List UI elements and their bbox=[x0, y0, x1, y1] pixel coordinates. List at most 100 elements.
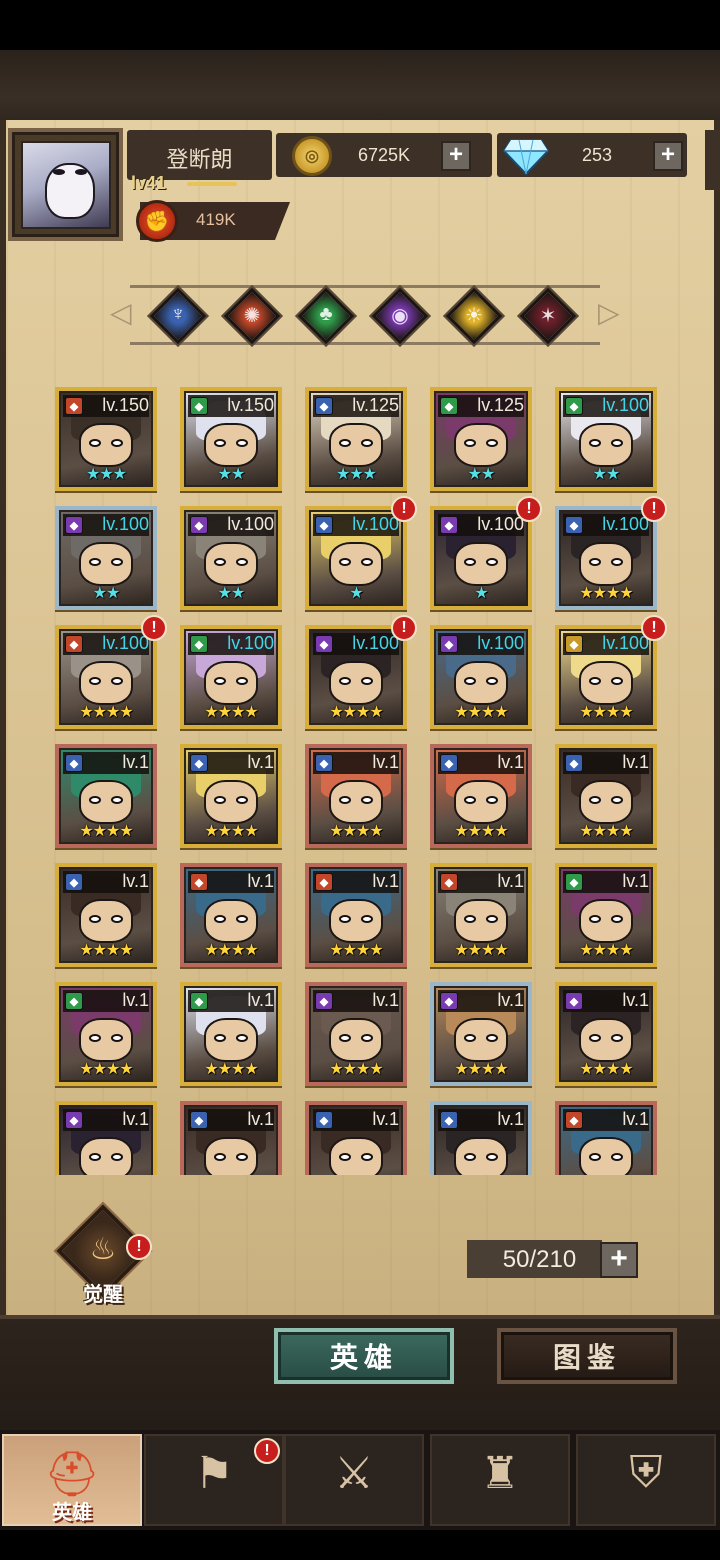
hero-card[interactable]: ◆ lv.1 ★★★★ bbox=[55, 744, 157, 848]
hero-card[interactable]: ◆ lv.1 ★★★★ bbox=[55, 982, 157, 1086]
class-icon: ◆ bbox=[65, 873, 83, 891]
hero-stars: ★★★★ bbox=[204, 823, 258, 840]
nav-heroes[interactable]: ⛑ 英雄 bbox=[2, 1434, 142, 1526]
hero-grid[interactable]: ◆ lv.150 ★★★ ◆ lv.150 ★★ ◆ lv.125 ★★★ ◆ lv.125 ★★ ◆ l… bbox=[40, 380, 680, 1175]
hero-face bbox=[454, 1018, 508, 1062]
class-icon: ◆ bbox=[190, 873, 208, 891]
hero-card[interactable]: ◆ lv.1 ★★★★ bbox=[430, 744, 532, 848]
class-icon: ◆ bbox=[315, 635, 333, 653]
hero-card[interactable]: ◆ lv.1 ★★★★ bbox=[305, 863, 407, 967]
class-icon: ◆ bbox=[190, 754, 208, 772]
hero-eye bbox=[589, 796, 601, 804]
class-icon: ◆ bbox=[440, 1111, 458, 1129]
hero-eye bbox=[611, 796, 623, 804]
filter-element-2[interactable]: ✺ bbox=[223, 287, 281, 345]
filter-element-1[interactable]: ♆ bbox=[149, 287, 207, 345]
class-icon: ◆ bbox=[565, 397, 583, 415]
hero-card[interactable]: ◆ lv.1 ★★★★ bbox=[430, 863, 532, 967]
hero-face bbox=[579, 423, 633, 467]
awaken-button[interactable]: ♨ 觉醒 ! bbox=[56, 1204, 152, 1306]
add-gems-button[interactable]: + bbox=[653, 141, 683, 171]
hero-eye bbox=[611, 677, 623, 685]
expand-roster-button[interactable]: + bbox=[600, 1242, 638, 1278]
hero-level: lv.100 bbox=[352, 633, 399, 653]
castle-tower-icon: ♜ bbox=[480, 1449, 520, 1498]
hero-card[interactable]: ◆ lv.1 bbox=[430, 1101, 532, 1175]
tab-codex[interactable]: 图鉴 bbox=[497, 1328, 677, 1384]
filter-element-6[interactable]: ✶ bbox=[519, 287, 577, 345]
hero-eye bbox=[611, 915, 623, 923]
hero-eye bbox=[611, 1153, 623, 1161]
add-gold-button[interactable]: + bbox=[441, 141, 471, 171]
hero-eye bbox=[464, 677, 476, 685]
filter-element-5[interactable]: ☀ bbox=[445, 287, 503, 345]
hero-card[interactable]: ◆ lv.100 ★★★★ bbox=[180, 625, 282, 729]
hero-eye bbox=[589, 677, 601, 685]
hero-eye bbox=[214, 439, 226, 447]
hero-card[interactable]: ◆ lv.100 ★★★★! bbox=[55, 615, 167, 729]
hero-level: lv.100 bbox=[227, 514, 274, 534]
hero-card[interactable]: ◆ lv.1 ★★★★ bbox=[180, 982, 282, 1086]
hero-level: lv.1 bbox=[247, 871, 274, 891]
hero-card[interactable]: ◆ lv.1 ★★★★ bbox=[55, 863, 157, 967]
hero-card[interactable]: ◆ lv.1 ★★★★ bbox=[180, 863, 282, 967]
hero-stars: ★★★★ bbox=[204, 942, 258, 959]
hero-card[interactable]: ◆ lv.125 ★★★ bbox=[305, 387, 407, 491]
hero-alert-badge: ! bbox=[516, 496, 542, 522]
hero-card[interactable]: ◆ lv.1 ★★★★ bbox=[430, 982, 532, 1086]
hero-eye bbox=[361, 915, 373, 923]
hero-card[interactable]: ◆ lv.100 ★★ bbox=[55, 506, 157, 610]
hero-level: lv.1 bbox=[497, 871, 524, 891]
filter-element-4[interactable]: ◉ bbox=[371, 287, 429, 345]
hero-eye bbox=[486, 1034, 498, 1042]
hero-card[interactable]: ◆ lv.100 ★★★★ bbox=[430, 625, 532, 729]
hero-card[interactable]: ◆ lv.1 ★★★★ bbox=[555, 863, 657, 967]
hero-face bbox=[79, 780, 133, 824]
hero-card[interactable]: ◆ lv.100 ★★ bbox=[555, 387, 657, 491]
hero-card[interactable]: ◆ lv.100 ★! bbox=[305, 496, 417, 610]
class-icon: ◆ bbox=[565, 873, 583, 891]
class-icon: ◆ bbox=[440, 516, 458, 534]
player-avatar[interactable] bbox=[8, 128, 123, 241]
hero-card[interactable]: ◆ lv.1 ★★★★ bbox=[555, 982, 657, 1086]
hero-card[interactable]: ◆ lv.1 ★★★★ bbox=[180, 744, 282, 848]
avatar-eye bbox=[75, 169, 87, 175]
hero-card[interactable]: ◆ lv.100 ★★★★! bbox=[555, 496, 667, 610]
hero-card[interactable]: ◆ lv.100 ★★ bbox=[180, 506, 282, 610]
hero-card[interactable]: ◆ lv.1 ★★★★ bbox=[555, 744, 657, 848]
hero-card[interactable]: ◆ lv.100 ★★★★! bbox=[555, 615, 667, 729]
class-icon: ◆ bbox=[440, 992, 458, 1010]
hero-face bbox=[329, 780, 383, 824]
awaken-label: 觉醒 bbox=[83, 1284, 123, 1306]
hero-card[interactable]: ◆ lv.1 ★★★★ bbox=[305, 744, 407, 848]
nav-battle[interactable]: ⚔ bbox=[284, 1434, 424, 1526]
hero-card[interactable]: ◆ lv.125 ★★ bbox=[430, 387, 532, 491]
hero-card[interactable]: ◆ lv.150 ★★★ bbox=[55, 387, 157, 491]
nav-tower[interactable]: ♜ bbox=[430, 1434, 570, 1526]
power-value: 419K bbox=[196, 210, 236, 229]
hero-card[interactable]: ◆ lv.1 bbox=[180, 1101, 282, 1175]
hero-card[interactable]: ◆ lv.100 ★★★★! bbox=[305, 615, 417, 729]
hero-eye bbox=[236, 1034, 248, 1042]
hero-card[interactable]: ◆ lv.1 bbox=[305, 1101, 407, 1175]
hero-level: lv.125 bbox=[352, 395, 399, 415]
hero-level: lv.150 bbox=[102, 395, 149, 415]
hero-eye bbox=[611, 439, 623, 447]
hero-card[interactable]: ◆ lv.1 bbox=[55, 1101, 157, 1175]
nav-guild[interactable]: ⛨ bbox=[576, 1434, 716, 1526]
hero-card[interactable]: ◆ lv.1 bbox=[555, 1101, 657, 1175]
hero-face bbox=[329, 542, 383, 586]
hero-stars: ★★★★ bbox=[454, 1061, 508, 1078]
hero-eye bbox=[464, 558, 476, 566]
hero-level: lv.1 bbox=[372, 1109, 399, 1129]
hero-card[interactable]: ◆ lv.150 ★★ bbox=[180, 387, 282, 491]
hero-card[interactable]: ◆ lv.100 ★! bbox=[430, 496, 542, 610]
filter-element-3[interactable]: ♣ bbox=[297, 287, 355, 345]
nav-adventure[interactable]: ⚑! bbox=[144, 1434, 284, 1526]
tab-heroes[interactable]: 英雄 bbox=[274, 1328, 454, 1384]
hero-face bbox=[454, 1137, 508, 1175]
hero-level: lv.1 bbox=[622, 1109, 649, 1129]
hero-stars: ★★★ bbox=[85, 466, 127, 483]
hero-stars: ★★★★ bbox=[204, 704, 258, 721]
hero-card[interactable]: ◆ lv.1 ★★★★ bbox=[305, 982, 407, 1086]
